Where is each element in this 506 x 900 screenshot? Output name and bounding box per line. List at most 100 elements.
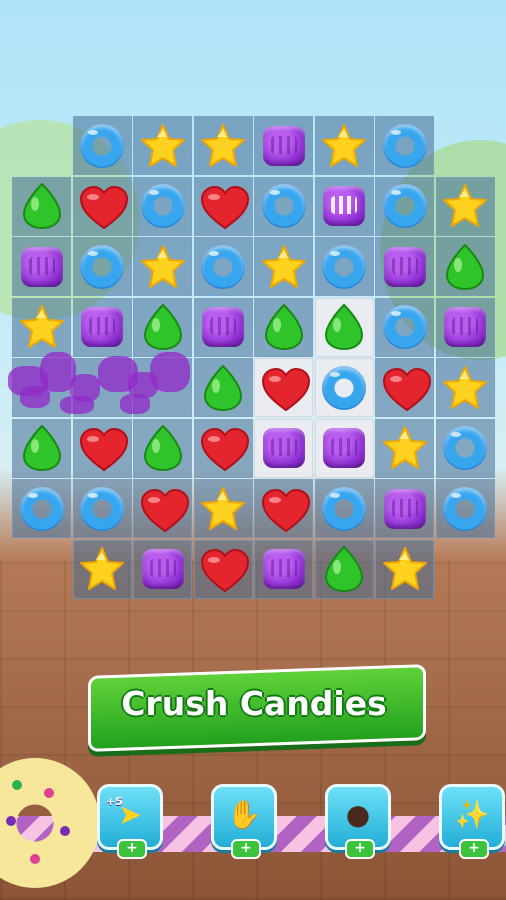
board-cell[interactable] [12,418,71,478]
blue-ring-candy[interactable] [322,486,366,531]
blue-ring-candy[interactable] [140,184,185,228]
board-cell[interactable] [314,539,374,599]
board-cell[interactable] [12,479,71,538]
add-booster-button[interactable]: + [345,839,375,859]
yellow-star-candy[interactable] [441,183,489,229]
board-cell[interactable] [314,176,374,236]
board-cell[interactable] [254,297,313,357]
board-cell[interactable] [72,116,132,175]
magic-wand-booster[interactable]: ✨ + [439,784,505,859]
green-drop-candy[interactable] [445,243,485,291]
red-heart-candy[interactable] [79,186,129,230]
blue-ring-candy[interactable] [322,365,366,410]
yellow-star-candy[interactable] [441,365,489,411]
red-heart-candy[interactable] [261,488,310,532]
purple-cube-candy[interactable] [20,246,63,287]
green-drop-candy[interactable] [143,303,183,351]
yellow-star-candy[interactable] [18,304,66,350]
green-drop-candy[interactable] [22,182,62,230]
purple-cube-candy[interactable] [383,488,426,529]
board-cell[interactable] [133,116,192,175]
striped-purple-candy[interactable] [323,186,365,226]
purple-cube-candy[interactable] [262,549,305,589]
purple-cube-candy[interactable] [444,307,486,347]
red-heart-candy[interactable] [200,428,250,472]
add-booster-button[interactable]: + [231,839,261,859]
red-heart-candy[interactable] [200,186,250,230]
blue-ring-candy[interactable] [80,123,124,168]
blue-ring-candy[interactable] [382,123,427,168]
blue-ring-candy[interactable] [80,244,124,289]
board-cell[interactable] [72,237,132,296]
candy-board[interactable] [8,116,498,604]
board-cell[interactable] [375,116,434,175]
board-cell[interactable] [435,176,495,236]
board-cell[interactable] [435,479,495,538]
board-cell[interactable] [314,418,374,478]
add-booster-button[interactable]: + [459,839,489,859]
board-cell[interactable] [133,479,192,538]
board-cell[interactable] [133,237,192,296]
blue-ring-candy[interactable] [80,486,124,531]
board-cell[interactable] [133,418,192,478]
yellow-star-candy[interactable] [381,425,429,471]
blue-ring-candy[interactable] [261,184,306,228]
green-drop-candy[interactable] [324,545,364,593]
board-cell[interactable] [314,237,374,296]
board-cell[interactable] [375,297,434,357]
yellow-star-candy[interactable] [139,123,187,169]
board-cell[interactable] [314,297,374,357]
purple-cube-candy[interactable] [262,125,305,166]
add-booster-button[interactable]: + [117,839,147,859]
board-cell[interactable] [435,237,495,296]
bomb-booster[interactable]: ● + [325,784,391,859]
board-cell[interactable] [375,539,434,599]
board-cell[interactable] [133,297,192,357]
board-cell[interactable] [72,418,132,478]
board-cell[interactable] [435,358,495,417]
green-drop-candy[interactable] [143,424,183,472]
yellow-star-candy[interactable] [381,546,429,592]
blue-ring-candy[interactable] [322,244,366,289]
green-drop-candy[interactable] [203,364,243,412]
board-cell[interactable] [193,237,253,296]
board-cell[interactable] [375,358,434,417]
board-cell[interactable] [12,297,71,357]
red-heart-candy[interactable] [140,488,189,532]
yellow-star-candy[interactable] [199,123,247,169]
hand-swap-booster[interactable]: ✋ + [211,784,277,859]
board-cell[interactable] [435,418,495,478]
yellow-star-candy[interactable] [199,486,247,532]
board-cell[interactable] [72,297,132,357]
board-cell[interactable] [133,539,192,599]
blue-ring-candy[interactable] [443,486,487,531]
board-cell[interactable] [72,176,132,236]
red-heart-candy[interactable] [261,367,310,411]
board-cell[interactable] [193,176,253,236]
red-heart-candy[interactable] [79,428,129,472]
green-drop-candy[interactable] [22,424,62,472]
blue-ring-candy[interactable] [382,184,427,228]
board-cell[interactable] [314,358,374,417]
board-cell[interactable] [193,539,253,599]
extra-moves-booster[interactable]: ➤ +5 + [97,784,163,859]
board-cell[interactable] [254,116,313,175]
purple-cube-candy[interactable] [81,307,123,347]
board-cell[interactable] [254,237,313,296]
yellow-star-candy[interactable] [139,244,187,290]
yellow-star-candy[interactable] [260,244,308,290]
board-cell[interactable] [254,358,313,417]
board-cell[interactable] [12,176,71,236]
board-cell[interactable] [254,418,313,478]
blue-ring-candy[interactable] [382,305,427,349]
red-heart-candy[interactable] [382,367,431,411]
board-cell[interactable] [254,539,313,599]
board-cell[interactable] [193,358,253,417]
board-cell[interactable] [133,176,192,236]
purple-cube-candy[interactable] [202,307,244,347]
board-cell[interactable] [375,418,434,478]
board-cell[interactable] [254,176,313,236]
green-drop-candy[interactable] [264,303,304,351]
purple-cube-candy[interactable] [383,246,426,287]
blue-ring-candy[interactable] [201,244,245,289]
